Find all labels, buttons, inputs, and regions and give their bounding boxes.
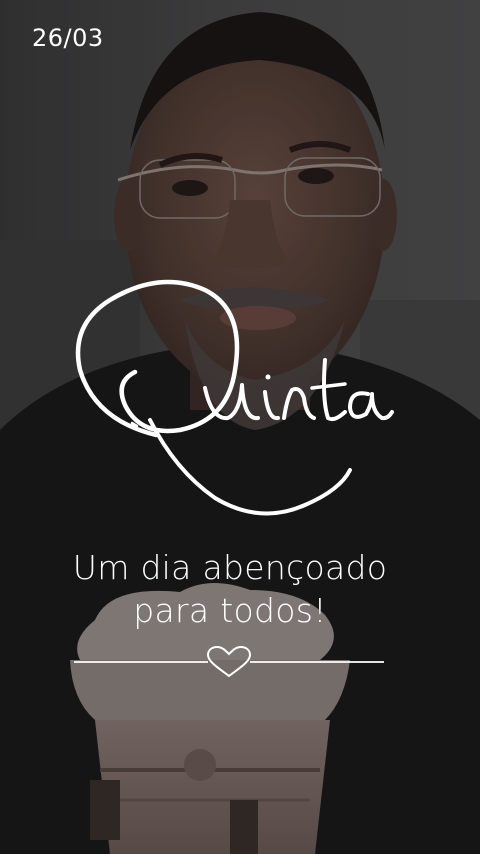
dark-overlay (0, 0, 480, 854)
greeting-line-2: para todos! (133, 591, 327, 630)
greeting-message: Um dia abençoado para todos! (40, 546, 420, 632)
greeting-line-1: Um dia abençoado (72, 548, 388, 587)
story-card: 26/03 Um dia abençoado para todos! (0, 0, 480, 854)
heart-icon (206, 645, 252, 678)
heart-divider (74, 645, 384, 678)
date-label: 26/03 (32, 24, 104, 52)
